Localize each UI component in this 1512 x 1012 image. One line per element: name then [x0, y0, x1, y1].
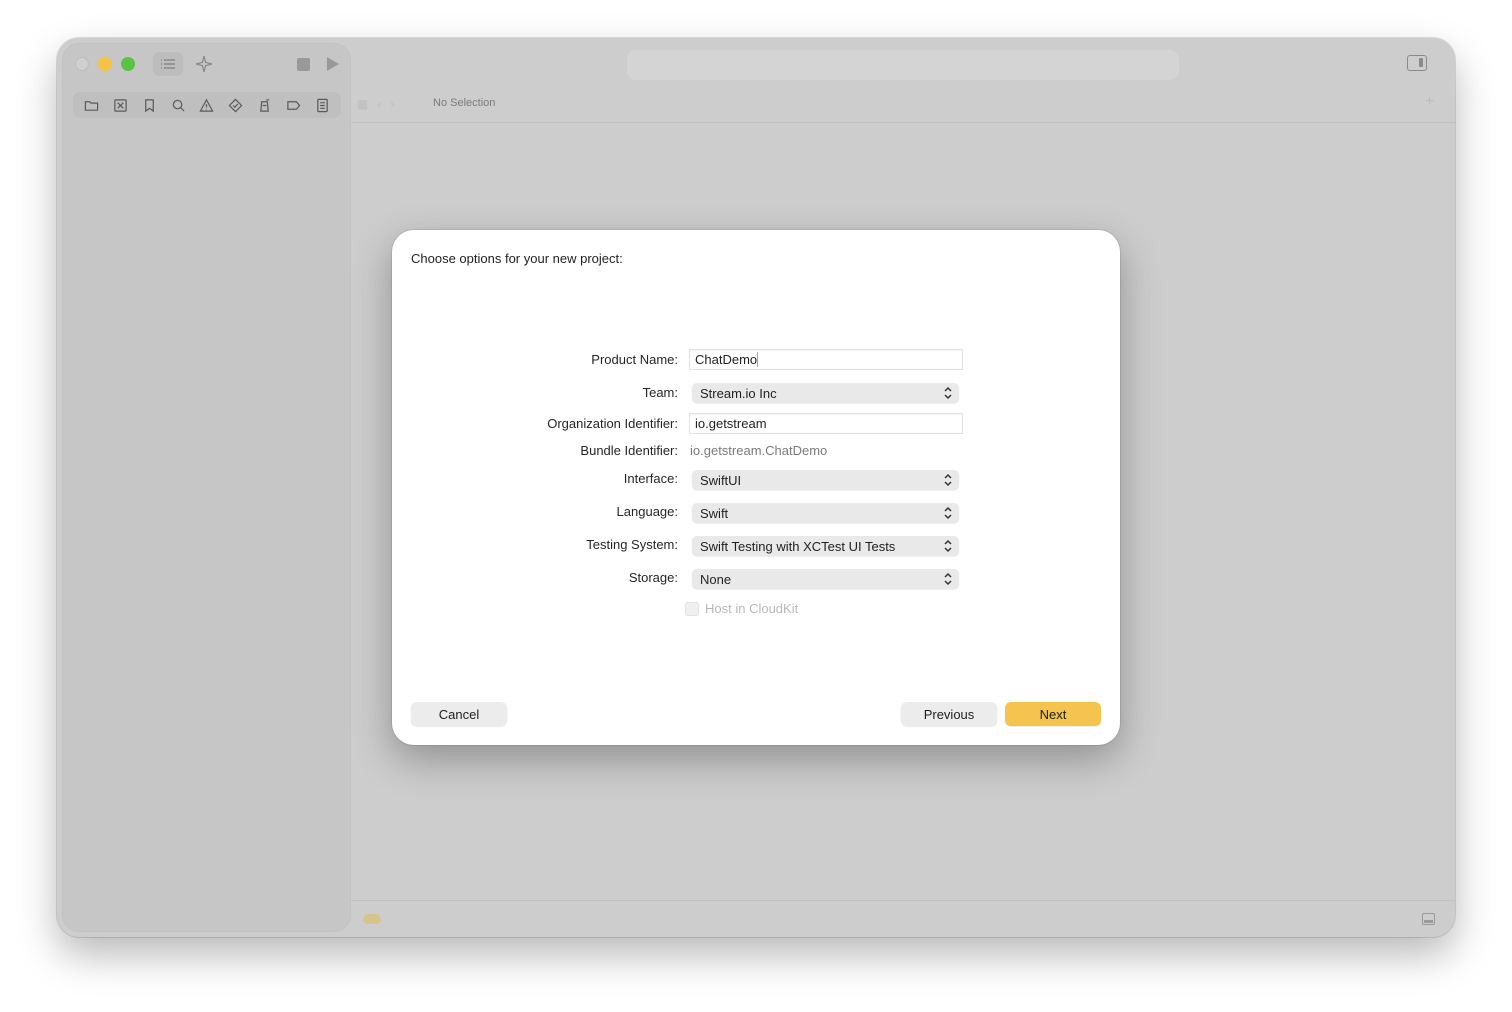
- team-value: Stream.io Inc: [700, 385, 777, 401]
- storage-popup[interactable]: None: [692, 569, 959, 589]
- chevron-up-down-icon: [943, 505, 953, 521]
- interface-popup[interactable]: SwiftUI: [692, 470, 959, 490]
- bundle-identifier-label: Bundle Identifier:: [580, 443, 678, 458]
- navigator-sidebar: [63, 44, 350, 931]
- product-name-value: ChatDemo: [695, 352, 758, 367]
- search-icon[interactable]: [168, 95, 188, 115]
- language-popup[interactable]: Swift: [692, 503, 959, 523]
- activity-view: [627, 50, 1179, 80]
- run-button[interactable]: [321, 52, 345, 76]
- testing-system-popup[interactable]: Swift Testing with XCTest UI Tests: [692, 536, 959, 556]
- forward-icon[interactable]: ›: [390, 97, 394, 111]
- next-button[interactable]: Next: [1005, 702, 1101, 726]
- interface-value: SwiftUI: [700, 472, 742, 488]
- list-icon: [161, 59, 175, 69]
- navigator-selector-bar: [73, 92, 341, 118]
- chevron-up-down-icon: [943, 538, 953, 554]
- folder-icon[interactable]: [81, 95, 101, 115]
- language-label: Language:: [616, 504, 678, 519]
- chevron-up-down-icon: [943, 385, 953, 401]
- bookmark-icon[interactable]: [139, 95, 159, 115]
- maximize-window-button[interactable]: [121, 57, 135, 71]
- bundle-identifier-value: io.getstream.ChatDemo: [690, 443, 828, 458]
- org-identifier-value: io.getstream: [695, 416, 767, 431]
- storage-value: None: [700, 571, 732, 587]
- org-identifier-field[interactable]: io.getstream: [689, 413, 963, 434]
- warning-icon[interactable]: [197, 95, 217, 115]
- divider: [351, 122, 1455, 123]
- report-icon[interactable]: [312, 95, 332, 115]
- cancel-button[interactable]: Cancel: [411, 702, 507, 726]
- testing-system-value: Swift Testing with XCTest UI Tests: [700, 538, 896, 554]
- host-in-cloudkit-checkbox[interactable]: [685, 602, 699, 616]
- stop-button[interactable]: [291, 52, 315, 76]
- minimize-window-button[interactable]: [98, 57, 112, 71]
- host-in-cloudkit-label: Host in CloudKit: [705, 601, 799, 616]
- product-name-label: Product Name:: [591, 352, 678, 367]
- no-selection-label: No Selection: [433, 97, 496, 109]
- org-identifier-label: Organization Identifier:: [547, 416, 678, 431]
- breakpoint-icon[interactable]: [284, 95, 304, 115]
- divider: [351, 900, 1455, 901]
- back-icon[interactable]: ‹: [377, 97, 381, 111]
- team-label: Team:: [642, 385, 678, 400]
- testing-system-label: Testing System:: [586, 537, 678, 552]
- storage-label: Storage:: [628, 570, 678, 585]
- language-value: Swift: [700, 505, 729, 521]
- close-window-button[interactable]: [75, 57, 89, 71]
- debug-icon[interactable]: [255, 95, 275, 115]
- add-editor-icon[interactable]: +: [1425, 93, 1434, 111]
- test-icon[interactable]: [226, 95, 246, 115]
- previous-button[interactable]: Previous: [901, 702, 997, 726]
- chevron-up-down-icon: [943, 571, 953, 587]
- jump-bar: ▦ ‹ ›: [357, 92, 403, 116]
- dialog-title: Choose options for your new project:: [411, 251, 623, 266]
- navigator-toggle-button[interactable]: [153, 52, 183, 76]
- sparkle-icon[interactable]: [191, 52, 217, 76]
- text-caret: [757, 352, 759, 367]
- source-control-icon[interactable]: [110, 95, 130, 115]
- status-indicator: [363, 914, 381, 924]
- play-icon: [327, 57, 339, 71]
- new-project-dialog: Choose options for your new project: Pro…: [392, 230, 1120, 745]
- stop-icon: [296, 57, 310, 71]
- chevron-up-down-icon: [943, 472, 953, 488]
- debug-area-toggle-icon[interactable]: [1422, 913, 1435, 925]
- inspector-toggle-icon[interactable]: [1407, 55, 1427, 71]
- team-popup[interactable]: Stream.io Inc: [692, 383, 959, 403]
- interface-label: Interface:: [623, 471, 678, 486]
- product-name-field[interactable]: ChatDemo: [689, 349, 963, 370]
- grid-icon[interactable]: ▦: [357, 97, 368, 111]
